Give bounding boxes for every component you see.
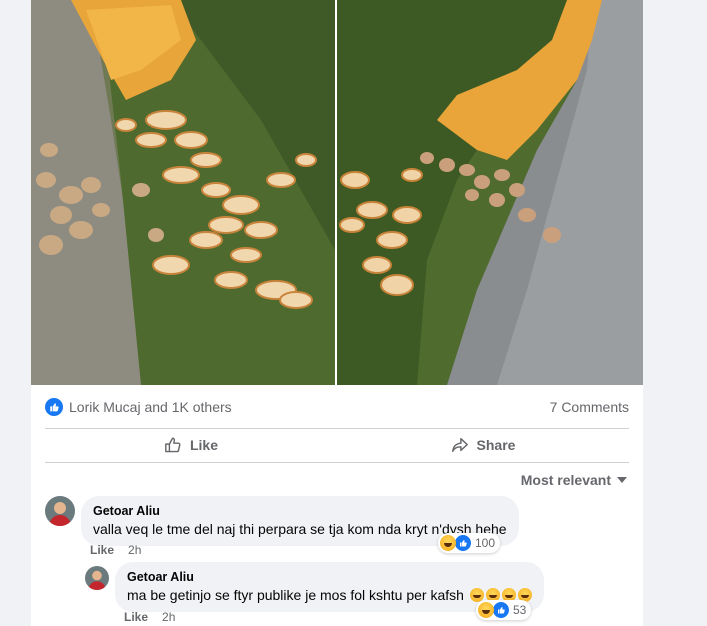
share-arrow-icon <box>451 437 468 453</box>
reaction-count: 53 <box>513 603 527 617</box>
reaction-count: 100 <box>475 536 496 550</box>
comment-author[interactable]: Getoar Aliu <box>93 504 507 518</box>
share-button-label: Share <box>476 437 516 453</box>
post-photo-right[interactable] <box>337 0 643 385</box>
like-reaction-icon <box>45 398 63 416</box>
reaction-summary-text[interactable]: Lorik Mucaj and 1K others <box>69 399 232 415</box>
divider <box>45 462 629 463</box>
reactions-summary-row: Lorik Mucaj and 1K others 7 Comments <box>45 386 629 428</box>
comment-sort-label: Most relevant <box>520 472 611 488</box>
comment-like-button[interactable]: Like <box>90 543 114 557</box>
avatar[interactable] <box>85 566 109 590</box>
caret-down-icon <box>617 477 627 483</box>
comment-like-button[interactable]: Like <box>124 610 148 624</box>
avatar[interactable] <box>45 496 75 526</box>
comment-meta: Like 2h <box>124 610 175 624</box>
comment-time[interactable]: 2h <box>128 543 141 557</box>
comment-author[interactable]: Getoar Aliu <box>127 570 532 584</box>
laugh-emoji-icon <box>440 535 456 551</box>
comment-meta: Like 2h <box>90 543 141 557</box>
laugh-emoji-icon <box>478 602 494 618</box>
comment-text: ma be getinjo se ftyr publike je mos fol… <box>127 587 464 603</box>
post-actions: Like Share <box>45 428 629 462</box>
reaction-summary[interactable]: Lorik Mucaj and 1K others <box>45 398 232 416</box>
roadside-bread-photo <box>31 0 335 385</box>
comments-count[interactable]: 7 Comments <box>550 399 629 415</box>
thumbs-up-icon <box>165 437 181 453</box>
post-card: Lorik Mucaj and 1K others 7 Comments Lik… <box>31 0 643 626</box>
comment-text-wrapper: ma be getinjo se ftyr publike je mos fol… <box>127 587 532 603</box>
post-photo-left[interactable] <box>31 0 335 385</box>
roadside-corn-photo <box>337 0 643 385</box>
comment-time[interactable]: 2h <box>162 610 175 624</box>
like-button-label: Like <box>189 437 218 453</box>
like-reaction-icon <box>454 534 472 552</box>
comment-sort-dropdown[interactable]: Most relevant <box>521 472 627 488</box>
like-button[interactable]: Like <box>45 428 337 462</box>
share-button[interactable]: Share <box>337 428 629 462</box>
comment-reactions[interactable]: 53 <box>476 600 532 620</box>
like-reaction-icon <box>492 601 510 619</box>
comment-reply: Getoar Aliu ma be getinjo se ftyr publik… <box>85 562 544 612</box>
comment-reactions[interactable]: 100 <box>438 533 501 553</box>
